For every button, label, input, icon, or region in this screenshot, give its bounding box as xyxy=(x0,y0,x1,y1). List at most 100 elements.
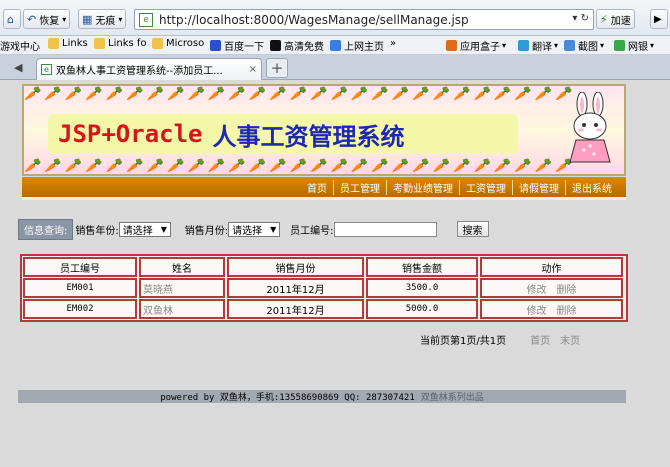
bookmark-baidu[interactable]: 百度一下 xyxy=(210,38,264,53)
first-page-link[interactable]: 首页 xyxy=(530,332,550,347)
lightning-icon: ⚡ xyxy=(600,12,608,26)
bookmark-screenshot[interactable]: 截图 ▾ xyxy=(564,38,604,53)
cell-name-link[interactable]: 莫晓燕 xyxy=(139,278,225,298)
page-favicon: e xyxy=(139,12,153,27)
translate-icon xyxy=(518,40,529,51)
year-label: 销售年份: xyxy=(75,225,119,237)
nav-wages[interactable]: 工资管理 xyxy=(459,179,512,195)
cell-actions: 修改 删除 xyxy=(480,299,623,319)
col-amount: 销售金额 xyxy=(366,257,478,277)
nav-divider xyxy=(22,197,626,200)
cell-actions: 修改 删除 xyxy=(480,278,623,298)
query-form: 信息查询: 销售年份: 请选择 ▼ 销售月份: 请选择 ▼ 员工编号: 搜索 xyxy=(18,218,489,240)
baidu-paw-icon xyxy=(210,40,221,51)
bookmark-app-box[interactable]: 应用盒子 ▾ xyxy=(446,38,506,53)
restore-button[interactable]: ↶ 恢复 ▾ xyxy=(23,9,71,29)
bookmark-microsoft[interactable]: Microso xyxy=(152,38,204,49)
last-page-link[interactable]: 末页 xyxy=(560,332,580,347)
delete-link[interactable]: 删除 xyxy=(557,281,577,296)
month-select[interactable]: 请选择 ▼ xyxy=(228,221,281,237)
cell-amount: 3500.0 xyxy=(366,278,478,298)
main-nav: 首页 员工管理 考勤业绩管理 工资管理 请假管理 退出系统 xyxy=(22,177,626,197)
edit-link[interactable]: 修改 xyxy=(527,281,547,296)
play-icon: ▶ xyxy=(654,13,662,25)
footer-series: 双鱼林系列出品 xyxy=(420,393,484,403)
edit-link[interactable]: 修改 xyxy=(527,302,547,317)
folder-icon xyxy=(94,38,105,49)
table-row: EM001 莫晓燕 2011年12月 3500.0 修改 删除 xyxy=(22,278,626,298)
incognito-icon: ▦ xyxy=(82,12,93,26)
speedup-button[interactable]: ⚡ 加速 xyxy=(596,9,635,29)
emp-no-input[interactable] xyxy=(333,221,437,237)
chevron-down-icon: ▼ xyxy=(270,224,277,234)
bank-icon xyxy=(614,40,625,51)
query-label: 信息查询: xyxy=(18,218,74,240)
bookmark-netbank[interactable]: 网银 ▾ xyxy=(614,38,654,53)
tab-close-icon[interactable]: × xyxy=(245,64,257,75)
cell-month: 2011年12月 xyxy=(227,278,364,298)
chevron-down-icon: ▼ xyxy=(160,224,167,234)
bookmark-hd-free[interactable]: 高清免费 xyxy=(270,38,324,53)
banner-title-en: JSP+Oracle xyxy=(58,120,203,148)
banner-title: JSP+Oracle 人事工资管理系统 xyxy=(48,114,518,154)
address-url: http://localhost:8000/WagesManage/sellMa… xyxy=(159,12,469,27)
bookmarks-bar: 游戏中心 Links Links fo Microso 百度一下 高清免费 上网… xyxy=(0,36,670,55)
folder-icon xyxy=(48,38,59,49)
no-trace-button[interactable]: ▦ 无痕 ▾ xyxy=(78,9,127,29)
nav-logout[interactable]: 退出系统 xyxy=(565,179,618,195)
home-button[interactable]: ⌂ xyxy=(3,9,21,29)
cell-emp-no: EM002 xyxy=(23,299,137,319)
page-icon xyxy=(330,40,341,51)
carrot-row-top: 🥕🥕🥕🥕🥕🥕🥕🥕🥕🥕🥕🥕🥕🥕🥕🥕🥕🥕🥕🥕🥕🥕🥕🥕🥕🥕🥕 xyxy=(24,86,576,102)
nav-leave[interactable]: 请假管理 xyxy=(512,179,565,195)
page-content: 🥕🥕🥕🥕🥕🥕🥕🥕🥕🥕🥕🥕🥕🥕🥕🥕🥕🥕🥕🥕🥕🥕🥕🥕🥕🥕🥕 🥕🥕🥕🥕🥕🥕🥕🥕🥕🥕🥕🥕… xyxy=(0,80,670,467)
bookmark-links-fo[interactable]: Links fo xyxy=(94,38,147,49)
bookmark-links[interactable]: Links xyxy=(48,38,88,49)
table-row: EM002 双鱼林 2011年12月 5000.0 修改 删除 xyxy=(22,299,626,319)
cell-amount: 5000.0 xyxy=(366,299,478,319)
cell-name-link[interactable]: 双鱼林 xyxy=(139,299,225,319)
pagination: 当前页第1页/共1页 首页 末页 xyxy=(420,332,580,347)
m-logo-icon xyxy=(270,40,281,51)
footer-powered: powered by 双鱼林，手机:13558690869 QQ: 287307… xyxy=(160,393,415,403)
cell-month: 2011年12月 xyxy=(227,299,364,319)
nav-employee[interactable]: 员工管理 xyxy=(333,179,386,195)
carrot-row-bottom: 🥕🥕🥕🥕🥕🥕🥕🥕🥕🥕🥕🥕🥕🥕🥕🥕🥕🥕🥕🥕🥕🥕🥕🥕🥕🥕🥕 xyxy=(24,158,576,174)
cell-emp-no: EM001 xyxy=(23,278,137,298)
emp-no-label: 员工编号: xyxy=(290,225,334,237)
address-bar[interactable]: e http://localhost:8000/WagesManage/sell… xyxy=(134,9,594,30)
col-action: 动作 xyxy=(480,257,623,277)
back-arrow-icon: ↶ xyxy=(27,12,37,26)
footer: powered by 双鱼林，手机:13558690869 QQ: 287307… xyxy=(18,390,626,403)
col-month: 销售月份 xyxy=(227,257,364,277)
bookmark-more[interactable]: » xyxy=(390,38,396,49)
nav-attendance[interactable]: 考勤业绩管理 xyxy=(386,179,459,195)
tab-bar: ◀ e 双鱼林人事工资管理系统--添加员工... × + xyxy=(0,55,670,80)
page-info: 当前页第1页/共1页 xyxy=(420,336,507,347)
app-box-icon xyxy=(446,40,457,51)
col-emp-no: 员工编号 xyxy=(23,257,137,277)
year-select[interactable]: 请选择 ▼ xyxy=(118,221,171,237)
banner-title-cn: 人事工资管理系统 xyxy=(212,122,405,151)
bookmark-homepage[interactable]: 上网主页 xyxy=(330,38,384,53)
tab-favicon: e xyxy=(41,64,52,75)
month-label: 销售月份: xyxy=(184,225,229,237)
sales-table: 员工编号 姓名 销售月份 销售金额 动作 EM001 莫晓燕 2011年12月 … xyxy=(20,254,628,322)
header-banner: 🥕🥕🥕🥕🥕🥕🥕🥕🥕🥕🥕🥕🥕🥕🥕🥕🥕🥕🥕🥕🥕🥕🥕🥕🥕🥕🥕 🥕🥕🥕🥕🥕🥕🥕🥕🥕🥕🥕🥕… xyxy=(22,84,626,176)
tab-scroll-left-icon[interactable]: ◀ xyxy=(14,61,22,74)
forward-button[interactable]: ▶ xyxy=(650,9,668,29)
table-header-row: 员工编号 姓名 销售月份 销售金额 动作 xyxy=(22,257,626,277)
bookmark-translate[interactable]: 翻译 ▾ xyxy=(518,38,558,53)
home-icon: ⌂ xyxy=(7,12,14,26)
scissors-icon xyxy=(564,40,575,51)
search-button[interactable]: 搜索 xyxy=(456,221,489,237)
folder-icon xyxy=(152,38,163,49)
browser-toolbar: ⌂ ↶ 恢复 ▾ ▦ 无痕 ▾ e http://localhost:8000/Wage… xyxy=(0,0,670,36)
tab-active[interactable]: e 双鱼林人事工资管理系统--添加员工... × xyxy=(36,58,262,80)
new-tab-button[interactable]: + xyxy=(266,58,288,78)
bookmark-game-center[interactable]: 游戏中心 xyxy=(0,38,40,53)
delete-link[interactable]: 删除 xyxy=(557,302,577,317)
bunny-mascot-icon xyxy=(569,92,611,163)
address-dropdown-icon[interactable]: ▾ ↻ xyxy=(572,13,589,24)
nav-home[interactable]: 首页 xyxy=(301,180,333,195)
